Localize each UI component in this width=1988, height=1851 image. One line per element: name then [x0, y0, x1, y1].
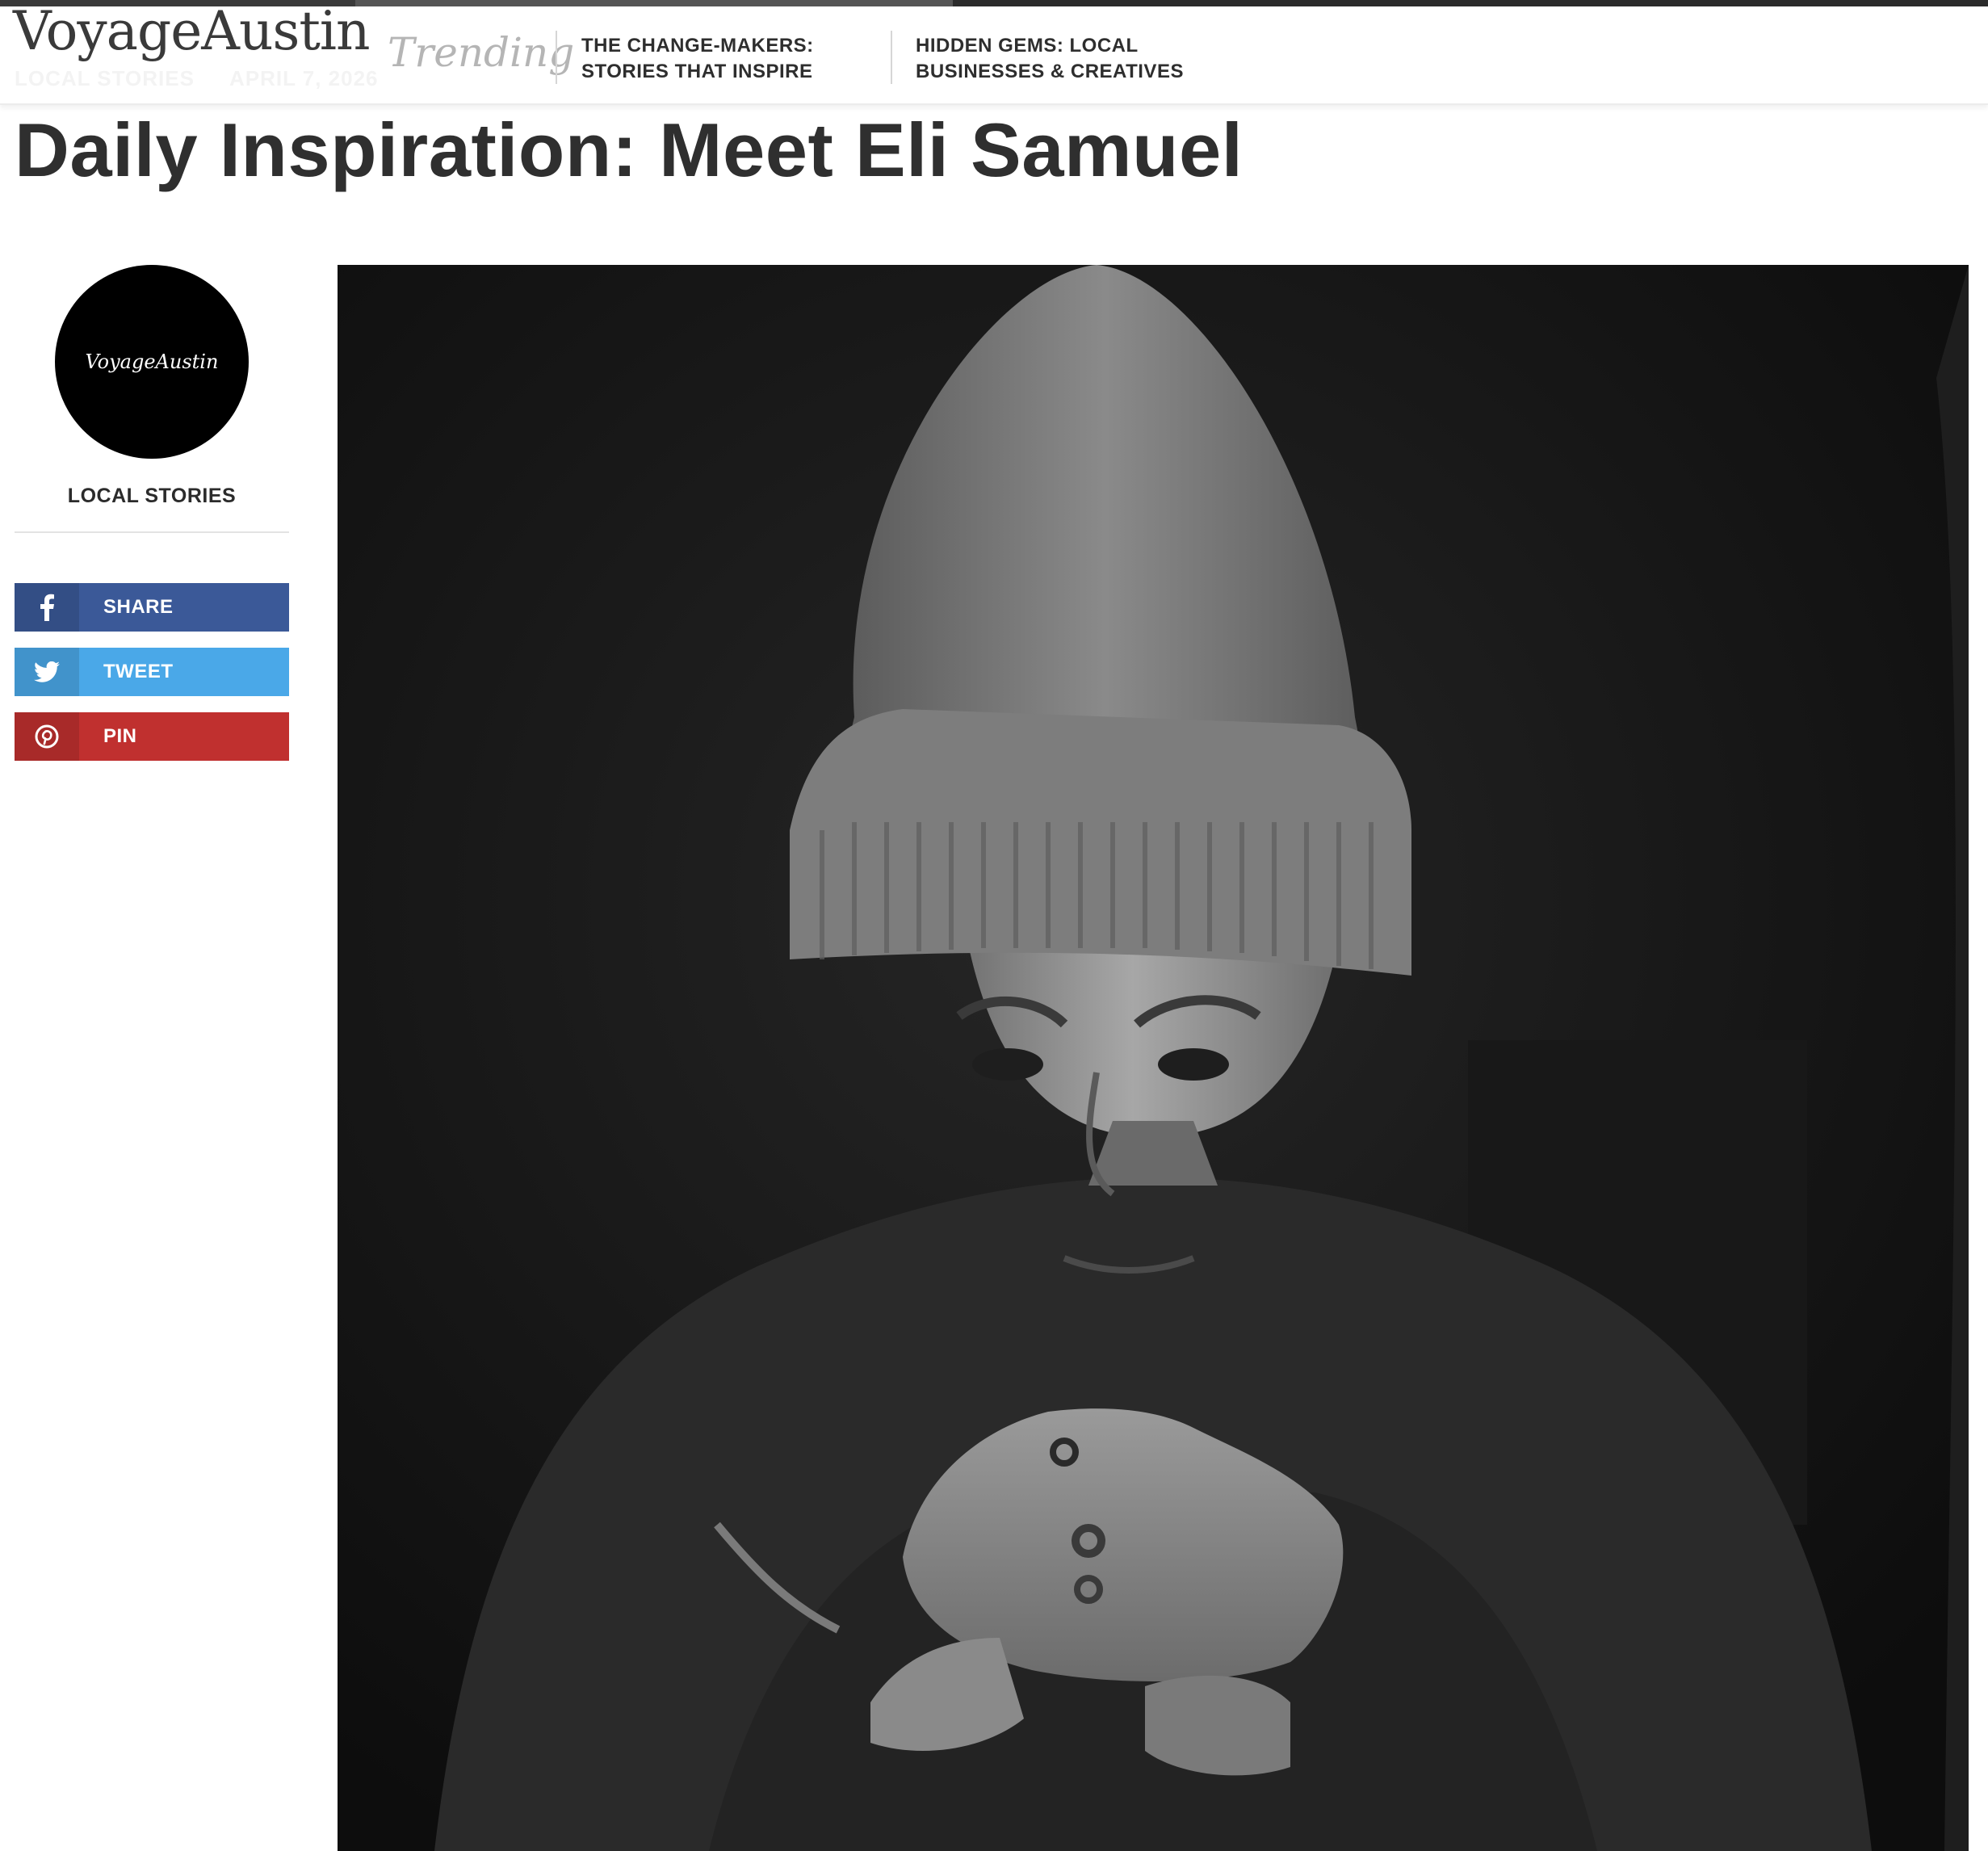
featured-portrait-photo — [338, 265, 1969, 1851]
trending-divider — [891, 31, 892, 84]
avatar-logo-text: VoyageAustin — [85, 350, 219, 373]
site-header: VoyageAustin LOCAL STORIES APRIL 7, 2026… — [0, 0, 1988, 105]
trending-link-change-makers[interactable]: THE CHANGE-MAKERS: STORIES THAT INSPIRE — [581, 33, 888, 85]
site-logo[interactable]: VoyageAustin — [13, 0, 370, 62]
article-title: Daily Inspiration: Meet Eli Samuel — [15, 107, 1244, 192]
twitter-tweet-button[interactable]: TWEET — [15, 648, 289, 696]
twitter-icon — [15, 648, 79, 696]
author-avatar[interactable]: VoyageAustin — [55, 265, 249, 459]
share-label: SHARE — [103, 596, 174, 618]
sidebar-divider — [15, 531, 289, 533]
category-label[interactable]: LOCAL STORIES — [15, 485, 289, 508]
pinterest-icon — [15, 712, 79, 761]
tweet-label: TWEET — [103, 661, 174, 682]
trending-link-hidden-gems[interactable]: HIDDEN GEMS: LOCAL BUSINESSES & CREATIVE… — [916, 33, 1255, 85]
trending-label: Trending — [388, 29, 575, 76]
ghost-date-label: APRIL 7, 2026 — [229, 66, 379, 90]
ghost-category-label: LOCAL STORIES — [15, 66, 195, 90]
pinterest-pin-button[interactable]: PIN — [15, 712, 289, 761]
facebook-icon — [15, 583, 79, 632]
top-strip-segment — [355, 0, 953, 6]
trending-divider — [556, 31, 557, 84]
pin-label: PIN — [103, 725, 137, 747]
facebook-share-button[interactable]: SHARE — [15, 583, 289, 632]
